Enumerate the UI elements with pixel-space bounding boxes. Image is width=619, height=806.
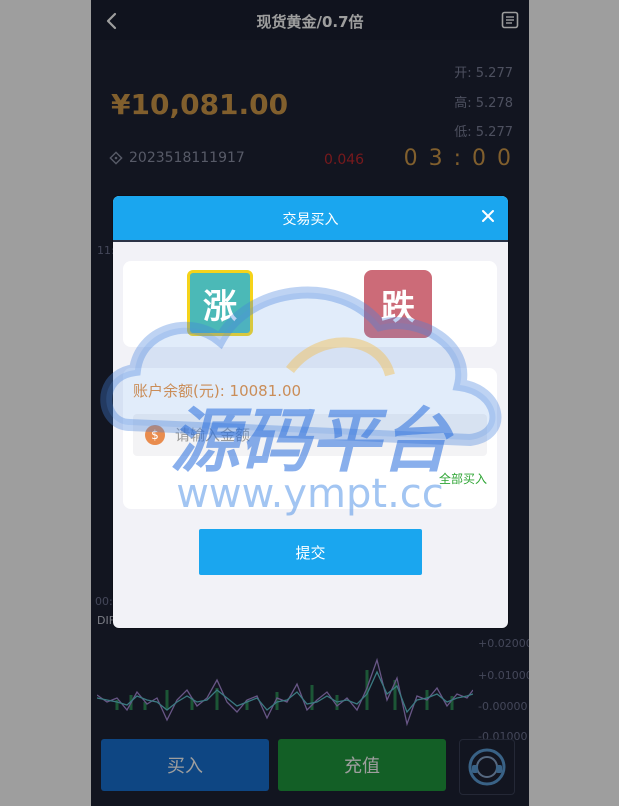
rise-option[interactable]: 涨 [187,270,253,336]
buy-modal: 交易买入 涨 跌 账户余额(元): 10081.00 $ 全部买入 提交 [113,196,508,628]
direction-selector: 涨 跌 [123,261,497,347]
amount-input[interactable] [173,425,477,445]
amount-input-row: $ [133,414,487,456]
close-icon[interactable] [481,209,495,223]
account-balance: 账户余额(元): 10081.00 [133,382,302,400]
coin-icon: $ [145,425,165,445]
amount-card: 账户余额(元): 10081.00 $ 全部买入 [123,368,497,509]
fall-option[interactable]: 跌 [364,270,432,338]
submit-button[interactable]: 提交 [199,529,422,575]
modal-header: 交易买入 [113,196,508,242]
buy-all-link[interactable]: 全部买入 [439,470,487,487]
modal-title: 交易买入 [282,212,339,228]
